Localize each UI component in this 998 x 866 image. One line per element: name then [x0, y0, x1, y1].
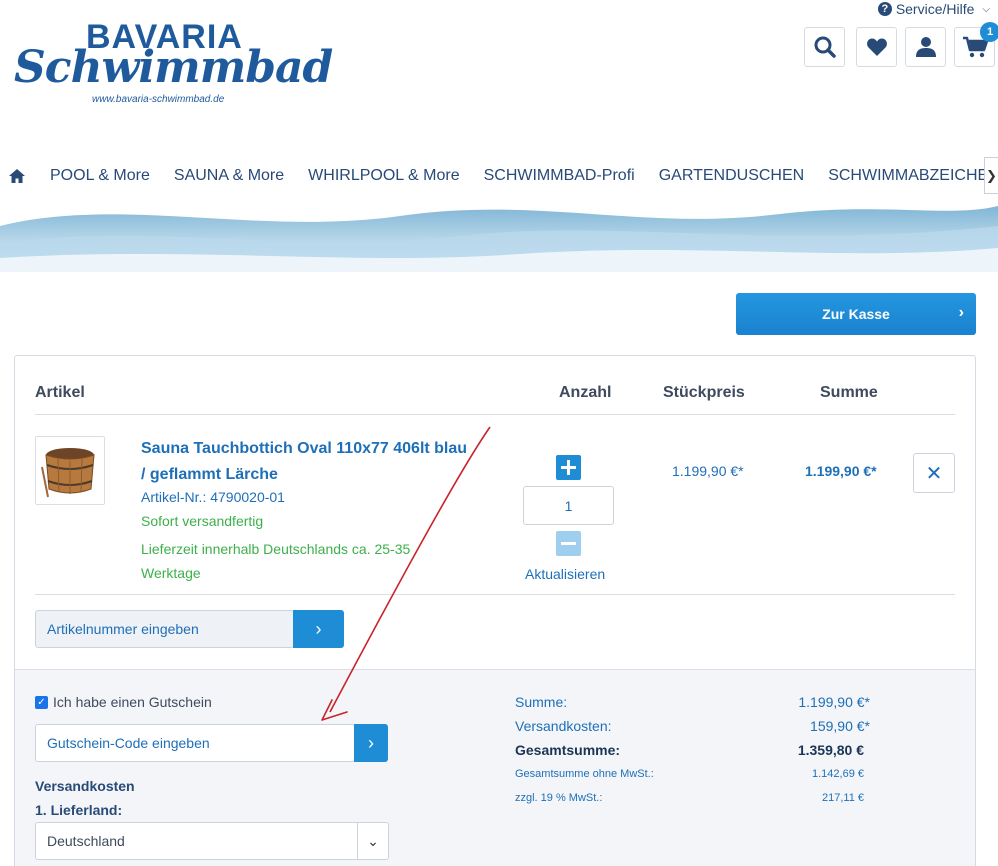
- cart-count-badge: 1: [980, 22, 998, 42]
- product-thumbnail[interactable]: [35, 436, 105, 505]
- chevron-right-icon: ›: [368, 732, 374, 753]
- redeem-voucher-button[interactable]: ›: [354, 724, 388, 762]
- service-label: Service/Hilfe: [895, 1, 975, 17]
- availability-status: Sofort versandfertig: [141, 513, 264, 529]
- nav-item-whirlpool[interactable]: WHIRLPOOL & More: [308, 167, 459, 185]
- summary-shipping-value: 159,90 €*: [810, 718, 870, 734]
- quantity-increase-button[interactable]: [556, 455, 581, 480]
- summary-subtotal-row: Summe: 1.199,90 €*: [515, 694, 870, 710]
- user-icon: [915, 37, 936, 57]
- wishlist-button[interactable]: [856, 27, 897, 67]
- delivery-country-select[interactable]: Deutschland ⌄: [35, 822, 389, 860]
- search-icon: [814, 36, 836, 58]
- home-link[interactable]: [8, 168, 26, 184]
- quantity-decrease-button[interactable]: [556, 531, 581, 556]
- voucher-checkbox-label: Ich habe einen Gutschein: [53, 694, 212, 710]
- chevron-right-icon: ›: [315, 618, 322, 639]
- close-icon: ✕: [925, 462, 943, 485]
- nav-item-sauna[interactable]: SAUNA & More: [174, 167, 284, 185]
- nav-item-gartenduschen[interactable]: GARTENDUSCHEN: [659, 167, 805, 185]
- header-quantity: Anzahl: [559, 384, 612, 401]
- product-number: Artikel-Nr.: 4790020-01: [141, 489, 285, 505]
- summary-grand-total-value: 1.359,80 €: [797, 742, 864, 758]
- delivery-time: Lieferzeit innerhalb Deutschlands ca. 25…: [141, 541, 411, 581]
- product-name-link[interactable]: Sauna Tauchbottich Oval 110x77 406lt bla…: [141, 436, 471, 488]
- header-article: Artikel: [35, 384, 85, 401]
- divider: [35, 594, 955, 595]
- tub-image: [41, 448, 95, 498]
- water-wave-banner: [0, 196, 998, 272]
- cart-button[interactable]: 1: [954, 22, 998, 67]
- summary-shipping-row: Versandkosten: 159,90 €*: [515, 718, 870, 734]
- header-total: Summe: [820, 384, 878, 401]
- chevron-down-icon: ⌄: [357, 823, 388, 859]
- logo[interactable]: BAVARIA Schwimmbad www.bavaria-schwimmba…: [12, 14, 333, 106]
- summary-grand-total-row: Gesamtsumme: 1.359,80 €: [515, 742, 870, 758]
- add-article-button[interactable]: ›: [293, 610, 344, 648]
- home-icon: [9, 169, 25, 183]
- chevron-right-icon: ❯: [986, 167, 997, 183]
- update-quantity-link[interactable]: Aktualisieren: [525, 566, 605, 582]
- shipping-costs-title: Versandkosten: [35, 778, 135, 794]
- summary-grand-total-label: Gesamtsumme:: [515, 742, 621, 758]
- chevron-down-icon: ⌵: [982, 3, 990, 15]
- summary-net-value: 1.142,69 €: [812, 768, 864, 780]
- plus-icon: [561, 460, 576, 475]
- summary-vat-value: 217,11 €: [821, 792, 864, 804]
- checkbox-checked-icon: ✓: [35, 695, 48, 709]
- checkout-button[interactable]: Zur Kasse ›: [736, 293, 976, 335]
- account-button[interactable]: [905, 27, 946, 67]
- divider: [35, 414, 955, 415]
- summary-shipping-label: Versandkosten:: [515, 718, 612, 734]
- nav-item-schwimmabzeichen[interactable]: SCHWIMMABZEICHEN: [828, 167, 998, 185]
- quantity-input[interactable]: 1: [523, 486, 614, 525]
- voucher-code-input[interactable]: Gutschein-Code eingeben: [35, 724, 355, 762]
- delivery-country-label: 1. Lieferland:: [35, 802, 123, 818]
- unit-price: 1.199,90 €*: [672, 463, 744, 479]
- article-number-input[interactable]: Artikelnummer eingeben: [35, 610, 294, 648]
- cart-panel: Artikel Anzahl Stückpreis Summe Sauna Ta…: [14, 355, 976, 866]
- nav-scroll-right-button[interactable]: ❯: [984, 157, 998, 194]
- help-icon: ?: [877, 2, 892, 16]
- summary-net-row: Gesamtsumme ohne MwSt.: 1.142,69 €: [515, 768, 870, 780]
- summary-vat-row: zzgl. 19 % MwSt.: 217,11 €: [515, 792, 870, 804]
- line-total-price: 1.199,90 €*: [805, 463, 877, 479]
- service-menu[interactable]: ? Service/Hilfe ⌵: [877, 1, 990, 17]
- delivery-country-value: Deutschland: [47, 833, 125, 849]
- summary-subtotal-label: Summe:: [515, 694, 568, 710]
- logo-url: www.bavaria-schwimmbad.de: [92, 94, 225, 105]
- nav-item-schwimmbad-profi[interactable]: SCHWIMMBAD-Profi: [484, 167, 635, 185]
- logo-text-script: Schwimmbad: [14, 42, 333, 93]
- remove-item-button[interactable]: ✕: [913, 453, 955, 493]
- checkout-label: Zur Kasse: [822, 306, 890, 322]
- header-unit-price: Stückpreis: [663, 384, 745, 401]
- voucher-checkbox[interactable]: ✓ Ich habe einen Gutschein: [35, 694, 212, 710]
- main-nav: POOL & More SAUNA & More WHIRLPOOL & Mor…: [0, 158, 998, 194]
- chevron-right-icon: ›: [958, 304, 964, 321]
- minus-icon: [561, 542, 576, 545]
- summary-vat-label: zzgl. 19 % MwSt.:: [515, 792, 603, 804]
- nav-item-pool[interactable]: POOL & More: [50, 167, 150, 185]
- summary-subtotal-value: 1.199,90 €*: [798, 694, 870, 710]
- cart-summary-section: ✓ Ich habe einen Gutschein Gutschein-Cod…: [15, 669, 975, 866]
- search-button[interactable]: [804, 27, 845, 67]
- heart-icon: [866, 38, 887, 56]
- summary-net-label: Gesamtsumme ohne MwSt.:: [515, 768, 654, 780]
